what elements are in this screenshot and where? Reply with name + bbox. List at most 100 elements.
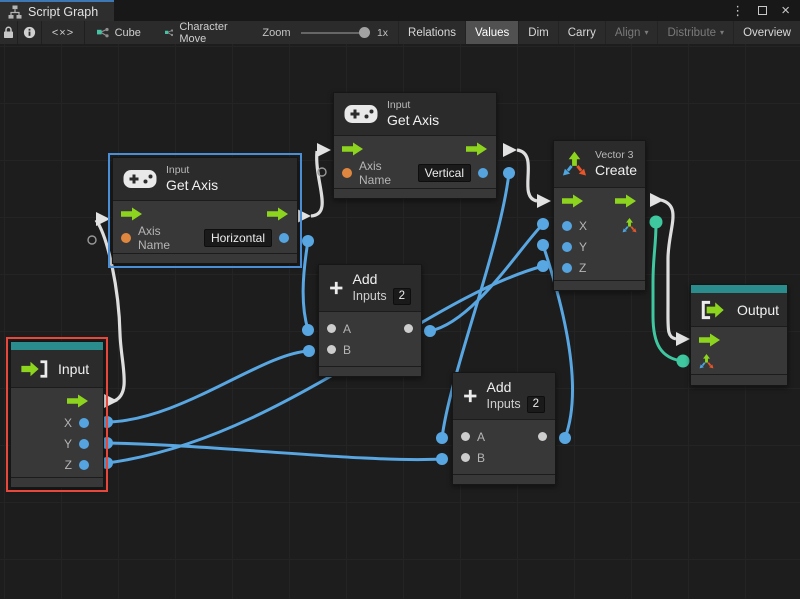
node-subtitle: Input bbox=[387, 99, 439, 112]
flow-arrowhead bbox=[96, 212, 110, 226]
inputs-count-field[interactable]: 2 bbox=[393, 288, 411, 305]
port-label: B bbox=[343, 343, 351, 357]
value-out-port[interactable] bbox=[478, 168, 488, 178]
wire-getaxis-h-to-getaxis-v[interactable] bbox=[311, 151, 322, 216]
wire-getaxis-h-to-add1-a[interactable] bbox=[303, 241, 308, 330]
flow-in-port[interactable] bbox=[699, 333, 721, 347]
code-view-glyph: <×> bbox=[52, 27, 74, 39]
lock-button[interactable] bbox=[0, 21, 18, 44]
lock-icon bbox=[3, 26, 14, 39]
dim-button[interactable]: Dim bbox=[518, 21, 557, 44]
port-x[interactable] bbox=[562, 221, 572, 231]
sum-out-port[interactable] bbox=[404, 324, 413, 333]
carry-button[interactable]: Carry bbox=[558, 21, 605, 44]
flow-arrowhead bbox=[503, 143, 517, 157]
port-label: Z bbox=[579, 261, 586, 275]
node-title: Add bbox=[487, 379, 545, 397]
wire-input-x-to-add1-b[interactable] bbox=[107, 351, 309, 422]
node-add-1[interactable]: Add Inputs 2 A B bbox=[318, 264, 422, 377]
flow-in-port[interactable] bbox=[121, 207, 143, 221]
info-icon bbox=[23, 26, 36, 39]
flow-out-port[interactable] bbox=[466, 142, 488, 156]
breadcrumb-label: Character Move bbox=[179, 21, 234, 44]
axis-name-port[interactable] bbox=[121, 233, 131, 243]
flow-in-port[interactable] bbox=[562, 194, 584, 208]
node-add-2[interactable]: Add Inputs 2 A B bbox=[452, 372, 556, 485]
node-footer bbox=[453, 474, 555, 484]
node-subtitle: Input bbox=[166, 164, 218, 177]
node-subtitle: Vector 3 bbox=[595, 149, 637, 162]
gamepad-icon bbox=[344, 104, 378, 124]
node-footer bbox=[113, 253, 297, 263]
wire-input-y-to-add2-b[interactable] bbox=[107, 443, 442, 460]
menu-kebab-icon[interactable]: ⋮ bbox=[731, 4, 744, 17]
output-unit-icon bbox=[699, 299, 728, 321]
flow-out-port[interactable] bbox=[267, 207, 289, 221]
port-label: Y bbox=[579, 240, 587, 254]
close-icon[interactable]: × bbox=[781, 3, 790, 18]
zoom-slider[interactable] bbox=[301, 32, 367, 34]
distribute-dropdown[interactable]: Distribute ▾ bbox=[657, 21, 733, 44]
code-view-button[interactable]: <×> bbox=[42, 21, 84, 44]
maximize-icon[interactable] bbox=[758, 6, 767, 15]
port-y[interactable] bbox=[562, 242, 572, 252]
port-y[interactable] bbox=[79, 439, 89, 449]
port-label: A bbox=[343, 322, 351, 336]
vector3-icon bbox=[562, 151, 587, 177]
flow-arrowhead bbox=[104, 394, 118, 408]
node-title: Get Axis bbox=[166, 177, 218, 195]
node-output-unit[interactable]: Output bbox=[690, 284, 788, 386]
node-get-axis-vertical[interactable]: Input Get Axis Axis Name bbox=[333, 92, 497, 199]
breadcrumb-cube[interactable]: Cube bbox=[85, 21, 153, 44]
event-color-bar bbox=[11, 342, 103, 350]
port-a[interactable] bbox=[327, 324, 336, 333]
port-b[interactable] bbox=[461, 453, 470, 462]
wire-endpoint[interactable] bbox=[650, 216, 663, 229]
event-color-bar bbox=[691, 285, 787, 293]
node-title: Input bbox=[58, 361, 89, 377]
wire-endpoint[interactable] bbox=[677, 355, 690, 368]
node-get-axis-horizontal[interactable]: Input Get Axis Axis Name bbox=[112, 157, 298, 264]
flow-arrowhead bbox=[537, 194, 551, 208]
info-button[interactable] bbox=[18, 21, 42, 44]
graph-toolbar: <×> Cube Character Move Zoom bbox=[0, 21, 800, 44]
chevron-down-icon: ▾ bbox=[644, 28, 648, 37]
node-title: Output bbox=[737, 302, 779, 318]
port-z[interactable] bbox=[562, 263, 572, 273]
vector3-in-port[interactable] bbox=[699, 354, 714, 369]
graph-canvas[interactable]: Input X Y Z bbox=[0, 44, 800, 599]
node-title: Create bbox=[595, 162, 637, 180]
tab-script-graph[interactable]: Script Graph bbox=[0, 0, 114, 21]
node-footer bbox=[691, 374, 787, 385]
value-out-port[interactable] bbox=[279, 233, 289, 243]
flow-out-port[interactable] bbox=[67, 394, 89, 408]
zoom-value: 1x bbox=[377, 21, 388, 44]
flow-arrowhead bbox=[297, 209, 311, 223]
sum-out-port[interactable] bbox=[538, 432, 547, 441]
overview-button[interactable]: Overview bbox=[733, 21, 800, 44]
add-icon bbox=[463, 383, 478, 409]
node-vector3-create[interactable]: Vector 3 Create X bbox=[553, 140, 646, 291]
node-input-unit[interactable]: Input X Y Z bbox=[10, 341, 104, 488]
axis-name-field[interactable]: Vertical bbox=[418, 164, 471, 182]
wire-vector3-to-output[interactable] bbox=[661, 200, 676, 339]
axis-name-field[interactable]: Horizontal bbox=[204, 229, 272, 247]
inputs-count-field[interactable]: 2 bbox=[527, 396, 545, 413]
wire-getaxis-v-to-vector3[interactable] bbox=[517, 150, 537, 201]
wire-add1-to-vector3-x[interactable] bbox=[430, 224, 543, 331]
port-a[interactable] bbox=[461, 432, 470, 441]
port-x[interactable] bbox=[79, 418, 89, 428]
relations-button[interactable]: Relations bbox=[398, 21, 465, 44]
port-z[interactable] bbox=[79, 460, 89, 470]
vector3-out-port[interactable] bbox=[622, 218, 637, 233]
port-b[interactable] bbox=[327, 345, 336, 354]
flow-in-port[interactable] bbox=[342, 142, 364, 156]
breadcrumb-character-move[interactable]: Character Move bbox=[153, 21, 247, 44]
align-dropdown[interactable]: Align ▾ bbox=[605, 21, 658, 44]
param-label: Axis Name bbox=[138, 224, 190, 252]
zoom-slider-handle[interactable] bbox=[359, 27, 370, 38]
axis-name-port[interactable] bbox=[342, 168, 352, 178]
values-button[interactable]: Values bbox=[465, 21, 518, 44]
unconnected-port-ring[interactable] bbox=[88, 236, 96, 244]
flow-out-port[interactable] bbox=[615, 194, 637, 208]
